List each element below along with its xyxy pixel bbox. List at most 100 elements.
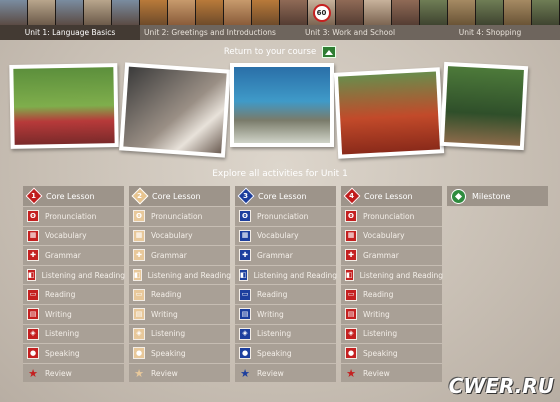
activity-review[interactable]: ★ Review — [23, 362, 124, 383]
tab-unit-1[interactable]: Unit 1: Language Basics — [0, 25, 140, 40]
unit-photo-4 — [333, 67, 445, 159]
tab-unit-4[interactable]: Unit 4: Shopping — [420, 25, 560, 40]
listening-icon: ◈ — [239, 327, 251, 340]
speed-sign-icon: 60 — [308, 0, 336, 25]
tab-unit-2[interactable]: Unit 2: Greetings and Introductions — [140, 25, 280, 40]
activity-listening[interactable]: ◈ Listening — [235, 323, 336, 344]
activity-grammar[interactable]: ✚ Grammar — [235, 245, 336, 265]
activity-pronunciation[interactable]: ʘ Pronunciation — [235, 206, 336, 226]
activity-review[interactable]: ★ Review — [129, 362, 230, 383]
activity-grammar[interactable]: ✚ Grammar — [129, 245, 230, 265]
review-star-icon: ★ — [346, 366, 356, 380]
lesson-column-4: 4 Core Lesson ʘ Pronunciation ▦ Vocabulary… — [341, 186, 443, 383]
activity-speaking[interactable]: ● Speaking — [129, 343, 230, 363]
listening-reading-icon: ◧ — [27, 269, 36, 282]
unit-thumbnail-strip: 60 — [0, 0, 560, 25]
pronunciation-icon: ʘ — [27, 210, 39, 223]
speaking-icon: ● — [133, 347, 145, 360]
return-up-arrow-icon[interactable] — [322, 46, 337, 58]
writing-icon: ▤ — [133, 308, 145, 321]
core-lesson-3-button[interactable]: 3 Core Lesson — [235, 186, 336, 206]
writing-icon: ▤ — [345, 308, 357, 321]
vocabulary-icon: ▦ — [27, 229, 39, 242]
grammar-icon: ✚ — [345, 249, 357, 262]
review-star-icon: ★ — [134, 366, 144, 380]
listening-icon: ◈ — [27, 327, 39, 340]
activity-listening[interactable]: ◈ Listening — [129, 323, 230, 344]
activity-reading[interactable]: ▭ Reading — [23, 284, 124, 304]
activity-vocabulary[interactable]: ▦ Vocabulary — [341, 225, 442, 246]
listening-icon: ◈ — [133, 327, 145, 340]
pronunciation-icon: ʘ — [239, 210, 251, 223]
vocabulary-icon: ▦ — [239, 229, 251, 242]
grammar-icon: ✚ — [133, 249, 145, 262]
listening-reading-icon: ◧ — [345, 269, 354, 282]
vocabulary-icon: ▦ — [133, 229, 145, 242]
activity-listening-reading[interactable]: ◧ Listening and Reading — [235, 264, 337, 285]
activity-speaking[interactable]: ● Speaking — [341, 343, 442, 363]
core-lesson-2-button[interactable]: 2 Core Lesson — [129, 186, 230, 206]
activity-reading[interactable]: ▭ Reading — [235, 284, 336, 304]
activity-listening-reading[interactable]: ◧ Listening and Reading — [341, 264, 443, 285]
activity-listening-reading[interactable]: ◧ Listening and Reading — [23, 264, 125, 285]
reading-icon: ▭ — [133, 288, 145, 301]
return-label[interactable]: Return to your course — [224, 47, 316, 57]
speaking-icon: ● — [345, 347, 357, 360]
activity-pronunciation[interactable]: ʘ Pronunciation — [129, 206, 230, 226]
activity-writing[interactable]: ▤ Writing — [341, 303, 442, 324]
unit3-thumbnails[interactable]: 60 — [280, 0, 420, 25]
activity-speaking[interactable]: ● Speaking — [235, 343, 336, 363]
lesson-number-badge-icon: 1 — [27, 190, 40, 203]
activity-writing[interactable]: ▤ Writing — [23, 303, 124, 324]
milestone-button[interactable]: Milestone — [447, 186, 548, 206]
lesson-number-badge-icon: 3 — [239, 190, 252, 203]
unit-photo-3 — [230, 63, 334, 147]
milestone-column: Milestone — [447, 186, 548, 206]
grammar-icon: ✚ — [239, 249, 251, 262]
milestone-icon — [451, 188, 466, 204]
writing-icon: ▤ — [239, 308, 251, 321]
reading-icon: ▭ — [27, 288, 39, 301]
activity-pronunciation[interactable]: ʘ Pronunciation — [341, 206, 442, 226]
activity-vocabulary[interactable]: ▦ Vocabulary — [129, 225, 230, 246]
activity-writing[interactable]: ▤ Writing — [235, 303, 336, 324]
activity-grammar[interactable]: ✚ Grammar — [23, 245, 124, 265]
activity-speaking[interactable]: ● Speaking — [23, 343, 124, 363]
activity-writing[interactable]: ▤ Writing — [129, 303, 230, 324]
unit-tabs: Unit 1: Language Basics Unit 2: Greeting… — [0, 25, 560, 40]
activity-vocabulary[interactable]: ▦ Vocabulary — [23, 225, 124, 246]
lesson-column-1: 1 Core Lesson ʘ Pronunciation ▦ Vocabulary… — [23, 186, 125, 383]
activity-listening-reading[interactable]: ◧ Listening and Reading — [129, 264, 231, 285]
reading-icon: ▭ — [239, 288, 251, 301]
lesson-number-badge-icon: 2 — [133, 190, 146, 203]
reading-icon: ▭ — [345, 288, 357, 301]
activity-review[interactable]: ★ Review — [341, 362, 442, 383]
listening-icon: ◈ — [345, 327, 357, 340]
return-to-course[interactable]: Return to your course — [0, 45, 560, 59]
activity-reading[interactable]: ▭ Reading — [341, 284, 442, 304]
unit4-thumbnails[interactable] — [420, 0, 560, 25]
activity-pronunciation[interactable]: ʘ Pronunciation — [23, 206, 124, 226]
pronunciation-icon: ʘ — [133, 210, 145, 223]
activity-grammar[interactable]: ✚ Grammar — [341, 245, 442, 265]
lesson-column-2: 2 Core Lesson ʘ Pronunciation ▦ Vocabulary… — [129, 186, 231, 383]
review-star-icon: ★ — [240, 366, 250, 380]
lesson-number-badge-icon: 4 — [345, 190, 358, 203]
grammar-icon: ✚ — [27, 249, 39, 262]
unit1-thumbnails[interactable] — [0, 0, 140, 25]
activity-listening[interactable]: ◈ Listening — [23, 323, 124, 344]
pronunciation-icon: ʘ — [345, 210, 357, 223]
writing-icon: ▤ — [27, 308, 39, 321]
core-lesson-4-button[interactable]: 4 Core Lesson — [341, 186, 442, 206]
tab-unit-3[interactable]: Unit 3: Work and School — [280, 25, 420, 40]
activity-vocabulary[interactable]: ▦ Vocabulary — [235, 225, 336, 246]
speaking-icon: ● — [27, 347, 39, 360]
activity-review[interactable]: ★ Review — [235, 362, 336, 383]
unit2-thumbnails[interactable] — [140, 0, 280, 25]
lesson-column-3: 3 Core Lesson ʘ Pronunciation ▦ Vocabulary… — [235, 186, 337, 383]
explore-heading: Explore all activities for Unit 1 — [212, 169, 348, 179]
activity-reading[interactable]: ▭ Reading — [129, 284, 230, 304]
core-lesson-1-button[interactable]: 1 Core Lesson — [23, 186, 124, 206]
unit-photo-5 — [439, 61, 529, 151]
activity-listening[interactable]: ◈ Listening — [341, 323, 442, 344]
